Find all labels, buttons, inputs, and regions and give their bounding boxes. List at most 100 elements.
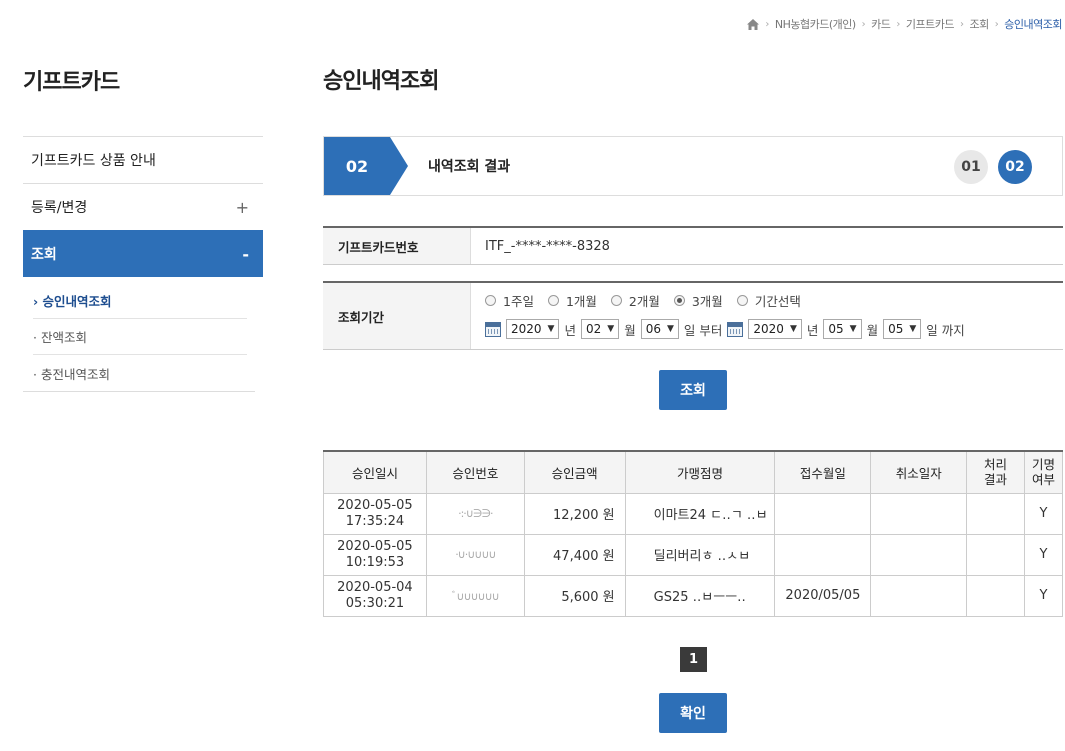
submenu-recharge-history[interactable]: · 충전내역조회: [33, 355, 247, 391]
column-header: 승인번호: [425, 450, 525, 494]
table-row: 2020-05-05 17:35:24 ·:·∪∋∋· 12,200 원 이마트2…: [323, 492, 1063, 535]
radio-3month[interactable]: 3개월: [673, 291, 723, 310]
chevron-down-icon: ▼: [789, 324, 797, 334]
radio-circle[interactable]: [485, 295, 496, 306]
column-header: 처리 결과: [966, 450, 1025, 494]
merchant-name: GS25 ‥ㅂㅡㅡ‥: [624, 574, 776, 617]
process-result: [966, 533, 1025, 576]
breadcrumb-item[interactable]: 카드: [871, 16, 891, 32]
step-dots: 01 02: [954, 150, 1032, 184]
approval-amount: 5,600 원: [523, 574, 626, 617]
step-label: 내역조회 결과: [428, 159, 511, 175]
approval-history-table: 승인일시 승인번호 승인금액 가맹점명 접수월일 취소일자 처리 결과 기명 여…: [323, 450, 1063, 617]
plus-icon: +: [235, 197, 249, 217]
merchant-name: 이마트24 ㄷ‥ㄱ ‥ㅂ: [624, 492, 776, 535]
sidebar-item-label: 등록/변경: [31, 200, 88, 216]
chevron-down-icon: ▼: [607, 324, 615, 334]
search-button[interactable]: 조회: [659, 370, 727, 410]
radio-circle[interactable]: [736, 295, 748, 306]
period-row: 조회기간 1주일 1개월 2개월 3개월 기간선택 2020 ▼ 년 02 ▼ 월 …: [323, 281, 1063, 350]
chevron-down-icon: ▼: [547, 324, 555, 334]
home-icon[interactable]: [747, 18, 760, 30]
calendar-icon[interactable]: [485, 321, 501, 337]
breadcrumb-current: 승인내역조회: [1004, 18, 1062, 31]
table-row: 2020-05-05 10:19:53 ·∪·∪∪∪∪ 47,400 원 딜리버리…: [323, 533, 1063, 576]
step-indicator: 02 내역조회 결과 01 02: [323, 136, 1063, 196]
page-title: 승인내역조회: [323, 69, 439, 94]
radio-1week[interactable]: 1주일: [485, 291, 534, 310]
column-header: 승인금액: [523, 450, 626, 494]
to-year-select[interactable]: 2020 ▼: [748, 319, 802, 339]
named-flag: Y: [1024, 574, 1063, 617]
radio-custom[interactable]: 기간선택: [736, 291, 801, 310]
approval-datetime: 2020-05-05 10:19:53: [323, 533, 427, 576]
to-month-select[interactable]: 05 ▼: [823, 319, 862, 339]
received-date: [774, 492, 872, 535]
table-row: 2020-05-04 05:30:21 ﾞ∪∪∪∪∪∪ 5,600 원 GS25 …: [323, 574, 1063, 617]
column-header: 취소일자: [870, 450, 968, 494]
confirm-button[interactable]: 확인: [659, 693, 727, 733]
sidebar-title: 기프트카드: [23, 70, 120, 95]
process-result: [966, 574, 1025, 617]
breadcrumb-item[interactable]: NH농협카드(개인): [775, 16, 856, 32]
named-flag: Y: [1024, 533, 1063, 576]
minus-icon: -: [242, 244, 249, 264]
cancel-date: [870, 492, 968, 535]
card-number-label: 기프트카드번호: [323, 228, 471, 264]
column-header: 가맹점명: [624, 450, 776, 494]
table-header-row: 승인일시 승인번호 승인금액 가맹점명 접수월일 취소일자 처리 결과 기명 여…: [323, 450, 1063, 494]
from-day-select[interactable]: 06 ▼: [640, 319, 679, 339]
calendar-icon[interactable]: [727, 321, 744, 337]
received-date: [774, 533, 872, 576]
sidebar-item-product-info[interactable]: 기프트카드 상품 안내: [23, 136, 263, 183]
current-step-number: 02: [324, 137, 408, 195]
radio-circle[interactable]: [610, 295, 622, 306]
approval-datetime: 2020-05-05 17:35:24: [323, 492, 427, 535]
card-number-row: 기프트카드번호 ITF_-****-****-8328: [323, 226, 1063, 265]
breadcrumb-separator: ›: [896, 18, 900, 30]
radio-1month[interactable]: 1개월: [547, 291, 597, 310]
received-date: 2020/05/05: [774, 574, 872, 617]
merchant-name: 딜리버리ㅎ ‥ㅅㅂ: [624, 533, 776, 576]
approval-number: ·:·∪∋∋·: [425, 492, 525, 535]
to-day-select[interactable]: 05 ▼: [883, 319, 922, 339]
sidebar: 기프트카드 상품 안내 등록/변경 + 조회 - › 승인내역조회 · 잔액조회…: [23, 136, 263, 392]
sidebar-submenu: › 승인내역조회 · 잔액조회 · 충전내역조회: [23, 277, 255, 392]
step-dot-02: 02: [998, 150, 1032, 184]
radio-circle[interactable]: [547, 295, 559, 306]
approval-number: ﾞ∪∪∪∪∪∪: [425, 574, 525, 617]
sidebar-item-register[interactable]: 등록/변경 +: [23, 183, 263, 230]
breadcrumb-separator: ›: [960, 18, 964, 30]
card-number-value: ITF_-****-****-8328: [485, 238, 610, 254]
named-flag: Y: [1024, 492, 1063, 535]
breadcrumb-separator: ›: [861, 18, 866, 30]
breadcrumb-item[interactable]: 기프트카드: [906, 16, 955, 32]
submenu-balance[interactable]: · 잔액조회: [33, 319, 247, 355]
sidebar-item-label: 조회: [31, 247, 57, 263]
approval-amount: 12,200 원: [523, 492, 626, 535]
chevron-down-icon: ▼: [849, 324, 857, 334]
breadcrumb-item[interactable]: 조회: [970, 16, 990, 32]
pagination-current-page[interactable]: 1: [680, 647, 707, 672]
period-label: 조회기간: [323, 283, 471, 349]
from-month-select[interactable]: 02 ▼: [580, 319, 620, 339]
sidebar-item-inquiry[interactable]: 조회 -: [23, 230, 263, 277]
chevron-down-icon: ▼: [909, 324, 917, 334]
column-header: 기명 여부: [1024, 450, 1063, 494]
approval-datetime: 2020-05-04 05:30:21: [323, 574, 427, 617]
radio-circle-selected[interactable]: [673, 295, 685, 306]
radio-2month[interactable]: 2개월: [610, 291, 660, 310]
breadcrumb: › NH농협카드(개인) › 카드 › 기프트카드 › 조회 › 승인내역조회: [747, 16, 1062, 32]
breadcrumb-separator: ›: [765, 18, 769, 30]
from-year-select[interactable]: 2020 ▼: [506, 319, 560, 339]
submenu-approval-history[interactable]: › 승인내역조회: [33, 283, 247, 319]
date-range: 2020 ▼ 년 02 ▼ 월 06 ▼ 일 부터 2020 ▼ 년 05 ▼ 월 05 ▼…: [485, 319, 1063, 339]
approval-amount: 47,400 원: [523, 533, 626, 576]
step-dot-01: 01: [954, 150, 988, 184]
breadcrumb-separator: ›: [994, 18, 999, 30]
approval-number: ·∪·∪∪∪∪: [425, 533, 525, 576]
sidebar-item-label: 기프트카드 상품 안내: [31, 153, 156, 169]
cancel-date: [870, 574, 968, 617]
column-header: 접수월일: [774, 450, 872, 494]
process-result: [966, 492, 1025, 535]
